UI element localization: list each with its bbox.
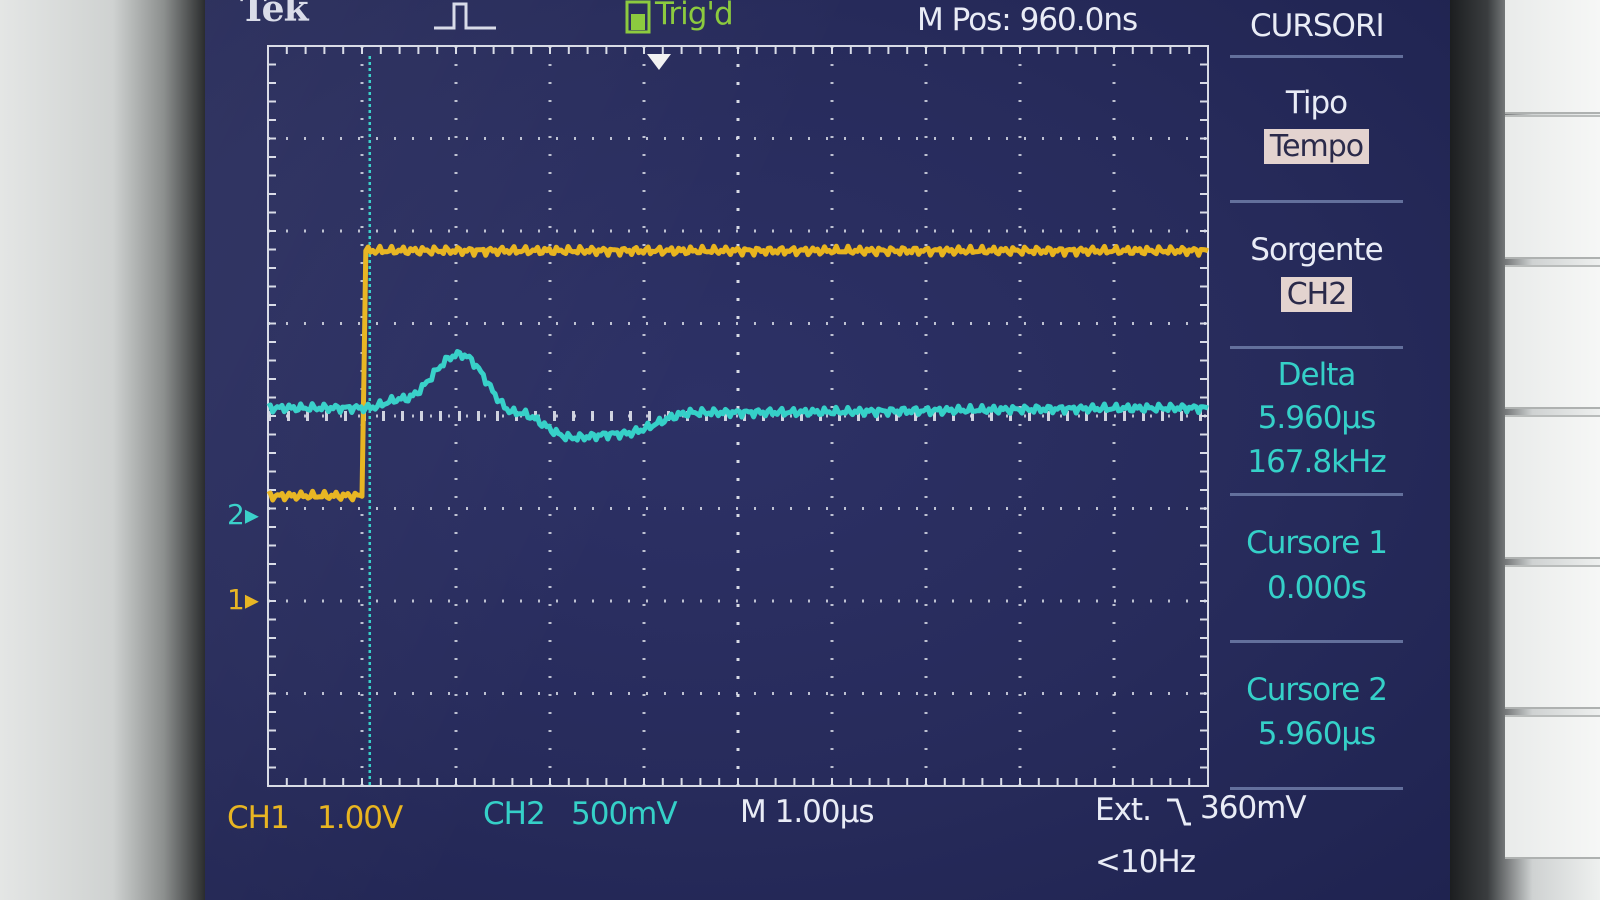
menu-cursor2-label[interactable]: Cursore 2 [1230, 672, 1403, 708]
menu-delta-frequency: 167.8kHz [1247, 444, 1386, 480]
menu-title: CURSORI [1250, 8, 1385, 44]
ch2-scale: 500mV [571, 796, 678, 832]
menu-button-2[interactable] [1505, 115, 1600, 259]
horizontal-position: M Pos: 960.0ns [917, 2, 1138, 38]
menu-separator [1230, 55, 1403, 58]
menu-cursor2-value: 5.960µs [1257, 716, 1377, 752]
scope-bezel-left [0, 0, 205, 900]
ch1-scale: 1.00V [317, 800, 403, 836]
menu-cursor1-label[interactable]: Cursore 1 [1230, 525, 1403, 561]
graticule [266, 45, 1209, 787]
menu-button-4[interactable] [1505, 415, 1600, 559]
menu-button-3[interactable] [1505, 265, 1600, 409]
trigger-position-marker [647, 54, 671, 70]
menu-delta-label: Delta [1277, 357, 1357, 393]
ch1-label: CH1 [227, 800, 290, 836]
menu-button-1[interactable] [1505, 0, 1600, 114]
menu-tipo-label: Tipo [1285, 85, 1348, 121]
menu-separator [1230, 346, 1403, 349]
trigger-slope-falling-icon [1167, 798, 1191, 826]
menu-sorgente-value: CH2 [1280, 277, 1353, 312]
menu-separator [1230, 493, 1403, 496]
menu-separator [1230, 640, 1403, 643]
trigger-source: Ext. [1095, 792, 1152, 828]
menu-tipo-option[interactable]: Tempo [1230, 128, 1403, 164]
trigger-level: 360mV [1200, 790, 1307, 826]
timebase: M 1.00µs [740, 794, 874, 830]
menu-button-6[interactable] [1505, 715, 1600, 859]
ch1-ground-marker: 1▸ [227, 583, 259, 616]
menu-cursor1-value: 0.000s [1267, 570, 1367, 606]
brand-logo: Tek [240, 0, 309, 30]
trigger-status-icon [625, 0, 651, 34]
oscilloscope-screen: Tek Trig'd M Pos: 960.0ns CURSORI 2▸ 1▸ … [205, 0, 1450, 900]
menu-button-5[interactable] [1505, 565, 1600, 709]
trigger-edge-icon [434, 2, 496, 30]
trigger-frequency: <10Hz [1095, 844, 1196, 880]
menu-tipo-value: Tempo [1263, 129, 1370, 164]
menu-sorgente-option[interactable]: CH2 [1230, 276, 1403, 312]
menu-delta-time: 5.960µs [1257, 400, 1377, 436]
scope-bezel-right [1450, 0, 1600, 900]
ch2-ground-marker: 2▸ [227, 498, 259, 531]
trigger-status: Trig'd [655, 0, 734, 32]
menu-separator [1230, 200, 1403, 203]
ch2-label: CH2 [483, 796, 546, 832]
menu-sorgente-label: Sorgente [1250, 232, 1383, 268]
